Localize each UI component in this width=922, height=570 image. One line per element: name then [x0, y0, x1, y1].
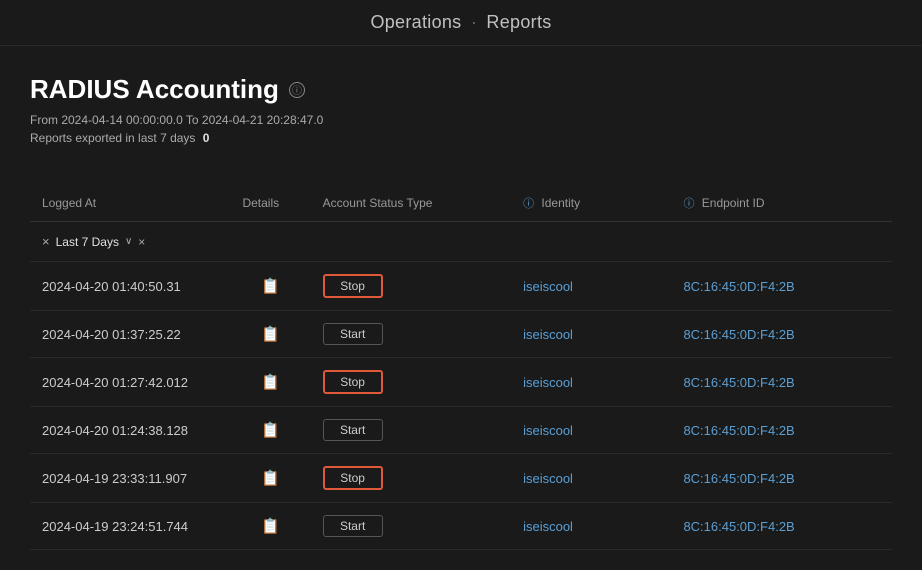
- cell-details[interactable]: 📋: [230, 358, 310, 407]
- title-info-icon[interactable]: ⓘ: [289, 82, 305, 98]
- table-row: 2024-04-20 01:37:25.22 📋 Start iseiscool 8C:…: [30, 311, 892, 358]
- cell-endpoint-id[interactable]: 8C:16:45:0D:F4:2B: [671, 262, 892, 311]
- col-header-details: Details: [230, 185, 310, 222]
- page-title: RADIUS Accounting: [30, 74, 279, 105]
- status-badge: Stop: [323, 466, 383, 490]
- title-row: RADIUS Accounting ⓘ: [30, 74, 892, 105]
- identity-link[interactable]: iseiscool: [523, 375, 573, 390]
- details-icon[interactable]: 📋: [261, 518, 280, 535]
- table-header-row: Logged At Details Account Status Type ⓘ …: [30, 185, 892, 222]
- cell-status-type: Stop: [311, 262, 511, 311]
- identity-link[interactable]: iseiscool: [523, 327, 573, 342]
- status-badge: Start: [323, 419, 383, 441]
- col-header-endpoint-id: ⓘ Endpoint ID: [671, 185, 892, 222]
- nav-separator: ·: [471, 12, 477, 32]
- status-badge: Start: [323, 515, 383, 537]
- table-row: 2024-04-20 01:40:50.31 📋 Stop iseiscool 8C:1…: [30, 262, 892, 311]
- details-icon[interactable]: 📋: [261, 422, 280, 439]
- cell-endpoint-id[interactable]: 8C:16:45:0D:F4:2B: [671, 503, 892, 550]
- filter-cell: × Last 7 Days ∨ ×: [30, 222, 892, 262]
- details-icon[interactable]: 📋: [261, 470, 280, 487]
- cell-logged-at: 2024-04-19 23:33:11.907: [30, 454, 230, 503]
- endpoint-link[interactable]: 8C:16:45:0D:F4:2B: [683, 375, 794, 390]
- cell-logged-at: 2024-04-20 01:37:25.22: [30, 311, 230, 358]
- endpoint-link[interactable]: 8C:16:45:0D:F4:2B: [683, 327, 794, 342]
- cell-endpoint-id[interactable]: 8C:16:45:0D:F4:2B: [671, 358, 892, 407]
- cell-status-type: Start: [311, 503, 511, 550]
- endpoint-link[interactable]: 8C:16:45:0D:F4:2B: [683, 471, 794, 486]
- main-content: Logged At Details Account Status Type ⓘ …: [0, 165, 922, 570]
- identity-info-icon: ⓘ: [523, 198, 534, 210]
- status-badge: Start: [323, 323, 383, 345]
- cell-logged-at: 2024-04-20 01:24:38.128: [30, 407, 230, 454]
- details-icon[interactable]: 📋: [261, 326, 280, 343]
- cell-status-type: Start: [311, 311, 511, 358]
- radius-table: Logged At Details Account Status Type ⓘ …: [30, 185, 892, 550]
- top-navigation: Operations · Reports: [0, 0, 922, 46]
- col-header-logged-at: Logged At: [30, 185, 230, 222]
- identity-link[interactable]: iseiscool: [523, 279, 573, 294]
- cell-details[interactable]: 📋: [230, 454, 310, 503]
- details-icon[interactable]: 📋: [261, 278, 280, 295]
- table-row: 2024-04-20 01:24:38.128 📋 Start iseiscool 8C…: [30, 407, 892, 454]
- identity-link[interactable]: iseiscool: [523, 519, 573, 534]
- page-header: RADIUS Accounting ⓘ From 2024-04-14 00:0…: [0, 46, 922, 165]
- cell-details[interactable]: 📋: [230, 407, 310, 454]
- cell-details[interactable]: 📋: [230, 503, 310, 550]
- endpoint-link[interactable]: 8C:16:45:0D:F4:2B: [683, 279, 794, 294]
- identity-link[interactable]: iseiscool: [523, 423, 573, 438]
- cell-status-type: Start: [311, 407, 511, 454]
- filter-row: × Last 7 Days ∨ ×: [30, 222, 892, 262]
- filter-chip[interactable]: × Last 7 Days ∨ ×: [42, 234, 145, 249]
- table-row: 2024-04-19 23:33:11.907 📋 Stop iseiscool 8C:…: [30, 454, 892, 503]
- cell-identity[interactable]: iseiscool: [511, 407, 671, 454]
- cell-identity[interactable]: iseiscool: [511, 503, 671, 550]
- cell-identity[interactable]: iseiscool: [511, 454, 671, 503]
- table-row: 2024-04-20 01:27:42.012 📋 Stop iseiscool 8C:…: [30, 358, 892, 407]
- cell-status-type: Stop: [311, 454, 511, 503]
- endpoint-link[interactable]: 8C:16:45:0D:F4:2B: [683, 519, 794, 534]
- date-range: From 2024-04-14 00:00:00.0 To 2024-04-21…: [30, 113, 892, 127]
- details-icon[interactable]: 📋: [261, 374, 280, 391]
- table-row: 2024-04-19 23:24:51.744 📋 Start iseiscool 8C…: [30, 503, 892, 550]
- cell-identity[interactable]: iseiscool: [511, 358, 671, 407]
- cell-status-type: Stop: [311, 358, 511, 407]
- cell-logged-at: 2024-04-20 01:40:50.31: [30, 262, 230, 311]
- nav-operations[interactable]: Operations: [370, 12, 461, 32]
- endpoint-info-icon: ⓘ: [683, 198, 694, 210]
- cell-endpoint-id[interactable]: 8C:16:45:0D:F4:2B: [671, 454, 892, 503]
- endpoint-link[interactable]: 8C:16:45:0D:F4:2B: [683, 423, 794, 438]
- identity-link[interactable]: iseiscool: [523, 471, 573, 486]
- filter-chip-label: Last 7 Days: [56, 235, 119, 249]
- export-info: Reports exported in last 7 days 0: [30, 131, 892, 145]
- filter-chevron-icon[interactable]: ∨: [125, 236, 132, 247]
- status-badge: Stop: [323, 274, 383, 298]
- cell-identity[interactable]: iseiscool: [511, 311, 671, 358]
- export-count: 0: [203, 131, 210, 145]
- cell-identity[interactable]: iseiscool: [511, 262, 671, 311]
- col-header-status-type: Account Status Type: [311, 185, 511, 222]
- cell-details[interactable]: 📋: [230, 311, 310, 358]
- cell-endpoint-id[interactable]: 8C:16:45:0D:F4:2B: [671, 407, 892, 454]
- nav-reports[interactable]: Reports: [486, 12, 551, 32]
- status-badge: Stop: [323, 370, 383, 394]
- cell-logged-at: 2024-04-20 01:27:42.012: [30, 358, 230, 407]
- filter-chip-close-icon[interactable]: ×: [138, 235, 145, 249]
- export-label: Reports exported in last 7 days: [30, 131, 195, 145]
- col-header-identity: ⓘ Identity: [511, 185, 671, 222]
- cell-endpoint-id[interactable]: 8C:16:45:0D:F4:2B: [671, 311, 892, 358]
- cell-logged-at: 2024-04-19 23:24:51.744: [30, 503, 230, 550]
- filter-clear-icon[interactable]: ×: [42, 234, 50, 249]
- cell-details[interactable]: 📋: [230, 262, 310, 311]
